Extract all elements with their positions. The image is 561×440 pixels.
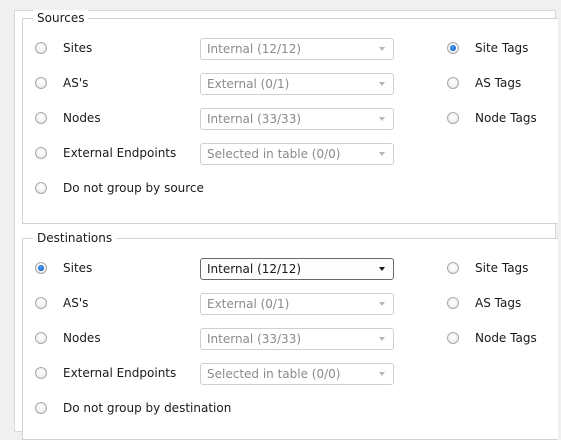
sources-nodes-select[interactable]: Internal (33/33) — [200, 108, 394, 130]
sources-group: Sources Sites Internal (12/12) Site Tags… — [22, 10, 558, 224]
radio-unchecked-icon — [447, 332, 459, 344]
destinations-row-nodes: Nodes Internal (33/33) Node Tags — [23, 327, 558, 350]
destinations-row-external-endpoints: External Endpoints Selected in table (0/… — [23, 362, 558, 385]
chevron-down-icon — [379, 302, 385, 306]
sources-no-group-label: Do not group by source — [63, 181, 204, 195]
radio-unchecked-icon — [447, 77, 459, 89]
sources-row-sites: Sites Internal (12/12) Site Tags — [23, 37, 558, 60]
sources-external-endpoints-select-value: Selected in table (0/0) — [207, 147, 341, 161]
destinations-ases-radio[interactable]: AS's — [35, 295, 88, 311]
destinations-nodes-select[interactable]: Internal (33/33) — [200, 328, 394, 350]
destinations-site-tags-label: Site Tags — [475, 261, 529, 275]
sources-ases-select[interactable]: External (0/1) — [200, 73, 394, 95]
sources-sites-select-value: Internal (12/12) — [207, 42, 302, 56]
destinations-ases-select[interactable]: External (0/1) — [200, 293, 394, 315]
destinations-nodes-label: Nodes — [63, 331, 101, 345]
destinations-no-group-label: Do not group by destination — [63, 401, 232, 415]
destinations-as-tags-label: AS Tags — [475, 296, 522, 310]
sources-no-group-radio[interactable]: Do not group by source — [35, 180, 204, 196]
destinations-ases-label: AS's — [63, 296, 89, 310]
radio-checked-icon — [35, 262, 47, 274]
destinations-no-group-radio[interactable]: Do not group by destination — [35, 400, 231, 416]
destinations-row-sites: Sites Internal (12/12) Site Tags — [23, 257, 558, 280]
sources-nodes-radio[interactable]: Nodes — [35, 110, 101, 126]
chevron-down-icon — [379, 372, 385, 376]
sources-site-tags-label: Site Tags — [475, 41, 529, 55]
destinations-external-endpoints-label: External Endpoints — [63, 366, 177, 380]
sources-site-tags-radio[interactable]: Site Tags — [447, 40, 528, 56]
sources-nodes-label: Nodes — [63, 111, 101, 125]
sources-ases-radio[interactable]: AS's — [35, 75, 88, 91]
destinations-external-endpoints-select[interactable]: Selected in table (0/0) — [200, 363, 394, 385]
destinations-external-endpoints-radio[interactable]: External Endpoints — [35, 365, 176, 381]
radio-unchecked-icon — [35, 77, 47, 89]
radio-unchecked-icon — [447, 262, 459, 274]
destinations-group-title: Destinations — [33, 230, 117, 246]
destinations-node-tags-radio[interactable]: Node Tags — [447, 330, 537, 346]
destinations-ases-select-value: External (0/1) — [207, 297, 290, 311]
destinations-node-tags-label: Node Tags — [475, 331, 537, 345]
chevron-down-icon — [379, 47, 385, 51]
chevron-down-icon — [379, 117, 385, 121]
radio-unchecked-icon — [447, 112, 459, 124]
sources-nodes-select-value: Internal (33/33) — [207, 112, 302, 126]
destinations-nodes-radio[interactable]: Nodes — [35, 330, 101, 346]
radio-unchecked-icon — [35, 332, 47, 344]
sources-row-ases: AS's External (0/1) AS Tags — [23, 72, 558, 95]
sources-sites-select[interactable]: Internal (12/12) — [200, 38, 394, 60]
radio-unchecked-icon — [35, 402, 47, 414]
sources-group-title: Sources — [33, 10, 89, 26]
sources-external-endpoints-radio[interactable]: External Endpoints — [35, 145, 176, 161]
destinations-row-no-group: Do not group by destination — [23, 397, 558, 419]
radio-unchecked-icon — [35, 42, 47, 54]
sources-sites-label: Sites — [63, 41, 93, 55]
destinations-nodes-select-value: Internal (33/33) — [207, 332, 302, 346]
sources-row-no-group: Do not group by source — [23, 177, 558, 199]
radio-unchecked-icon — [35, 112, 47, 124]
destinations-group: Destinations Sites Internal (12/12) Site… — [22, 230, 558, 440]
sources-external-endpoints-select[interactable]: Selected in table (0/0) — [200, 143, 394, 165]
destinations-sites-label: Sites — [63, 261, 93, 275]
destinations-sites-select[interactable]: Internal (12/12) — [200, 258, 394, 280]
destinations-row-ases: AS's External (0/1) AS Tags — [23, 292, 558, 315]
destinations-site-tags-radio[interactable]: Site Tags — [447, 260, 528, 276]
destinations-external-endpoints-select-value: Selected in table (0/0) — [207, 367, 341, 381]
sources-ases-select-value: External (0/1) — [207, 77, 290, 91]
sources-row-external-endpoints: External Endpoints Selected in table (0/… — [23, 142, 558, 165]
sources-as-tags-label: AS Tags — [475, 76, 522, 90]
sources-ases-label: AS's — [63, 76, 89, 90]
destinations-as-tags-radio[interactable]: AS Tags — [447, 295, 521, 311]
sources-row-nodes: Nodes Internal (33/33) Node Tags — [23, 107, 558, 130]
chevron-down-icon — [379, 152, 385, 156]
radio-checked-icon — [447, 42, 459, 54]
destinations-sites-select-value: Internal (12/12) — [207, 262, 302, 276]
radio-unchecked-icon — [35, 182, 47, 194]
radio-unchecked-icon — [447, 297, 459, 309]
radio-unchecked-icon — [35, 367, 47, 379]
sources-node-tags-label: Node Tags — [475, 111, 537, 125]
chevron-down-icon — [379, 337, 385, 341]
sources-external-endpoints-label: External Endpoints — [63, 146, 177, 160]
radio-unchecked-icon — [35, 297, 47, 309]
radio-unchecked-icon — [35, 147, 47, 159]
sources-as-tags-radio[interactable]: AS Tags — [447, 75, 521, 91]
chevron-down-icon — [379, 82, 385, 86]
chevron-down-icon — [379, 267, 385, 271]
sources-sites-radio[interactable]: Sites — [35, 40, 92, 56]
destinations-sites-radio[interactable]: Sites — [35, 260, 92, 276]
sources-node-tags-radio[interactable]: Node Tags — [447, 110, 537, 126]
